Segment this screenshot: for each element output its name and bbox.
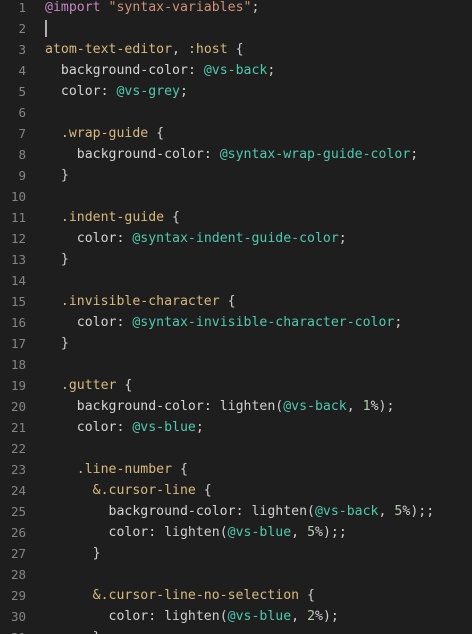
code-text: &.cursor-line-no-selection {	[92, 588, 315, 603]
code-text: .invisible-character {	[60, 294, 236, 309]
text-cursor	[45, 20, 47, 37]
code-line[interactable]: 7 .wrap-guide {	[0, 123, 472, 144]
line-number: 14	[10, 273, 26, 288]
code-text: color: lighten(@vs-blue, 2%);	[108, 609, 339, 624]
line-number: 23	[10, 462, 26, 477]
code-text: .line-number {	[76, 462, 188, 477]
line-number: 8	[18, 147, 26, 162]
line-number: 1	[18, 0, 26, 15]
code-line[interactable]: 16 color: @syntax-invisible-character-co…	[0, 312, 472, 333]
line-number: 27	[10, 546, 26, 561]
line-number: 17	[10, 336, 26, 351]
code-text: color: lighten(@vs-blue, 5%);;	[108, 525, 347, 540]
code-line[interactable]: 10	[0, 186, 472, 207]
code-line[interactable]: 3 atom-text-editor, :host {	[0, 39, 472, 60]
code-text: @import "syntax-variables";	[45, 0, 260, 15]
code-line[interactable]: 24 &.cursor-line {	[0, 480, 472, 501]
code-line[interactable]: 13 }	[0, 249, 472, 270]
code-line[interactable]: 27 }	[0, 543, 472, 564]
line-number: 19	[10, 378, 26, 393]
line-number: 21	[10, 420, 26, 435]
line-number: 2	[18, 21, 26, 36]
code-text: &.cursor-line {	[92, 483, 212, 498]
code-text: background-color: lighten(@vs-back, 1%);	[76, 399, 395, 414]
code-line[interactable]: 31 }	[0, 627, 472, 634]
code-line[interactable]: 5 color: @vs-grey;	[0, 81, 472, 102]
code-line[interactable]: 14	[0, 270, 472, 291]
line-number: 3	[18, 42, 26, 57]
code-line[interactable]: 9 }	[0, 165, 472, 186]
line-number: 4	[18, 63, 26, 78]
code-line[interactable]: 29 &.cursor-line-no-selection {	[0, 585, 472, 606]
code-editor[interactable]: 1 @import "syntax-variables"; 2 3 atom-text-…	[0, 0, 472, 634]
line-number: 13	[10, 252, 26, 267]
line-number: 26	[10, 525, 26, 540]
line-number: 10	[10, 189, 26, 204]
line-number: 29	[10, 588, 26, 603]
code-text: }	[45, 546, 101, 561]
line-number: 15	[10, 294, 26, 309]
code-text: }	[45, 252, 69, 267]
code-line[interactable]: 26 color: lighten(@vs-blue, 5%);;	[0, 522, 472, 543]
line-number: 30	[10, 609, 26, 624]
code-text: background-color: @vs-back;	[60, 63, 276, 78]
line-number: 12	[10, 231, 26, 246]
code-line[interactable]: 17 }	[0, 333, 472, 354]
code-line[interactable]: 2	[0, 18, 472, 39]
code-line[interactable]: 19 .gutter {	[0, 375, 472, 396]
line-number: 28	[10, 567, 26, 582]
code-line[interactable]: 30 color: lighten(@vs-blue, 2%);	[0, 606, 472, 627]
code-line[interactable]: 11 .indent-guide {	[0, 207, 472, 228]
code-text: atom-text-editor, :host {	[45, 42, 244, 57]
code-text: color: @vs-blue;	[76, 420, 204, 435]
code-text: .gutter {	[60, 378, 133, 393]
code-line[interactable]: 23 .line-number {	[0, 459, 472, 480]
code-line[interactable]: 25 background-color: lighten(@vs-back, 5…	[0, 501, 472, 522]
code-line[interactable]: 22	[0, 438, 472, 459]
line-number: 5	[18, 84, 26, 99]
code-line[interactable]: 20 background-color: lighten(@vs-back, 1…	[0, 396, 472, 417]
code-line[interactable]: 15 .invisible-character {	[0, 291, 472, 312]
code-text: }	[45, 336, 69, 351]
line-number: 18	[10, 357, 26, 372]
code-line[interactable]: 18	[0, 354, 472, 375]
code-text: color: @syntax-indent-guide-color;	[76, 231, 347, 246]
code-line[interactable]: 4 background-color: @vs-back;	[0, 60, 472, 81]
code-line[interactable]: 6	[0, 102, 472, 123]
code-text: .wrap-guide {	[60, 126, 165, 141]
code-line[interactable]: 8 background-color: @syntax-wrap-guide-c…	[0, 144, 472, 165]
line-number: 7	[18, 126, 26, 141]
line-number: 16	[10, 315, 26, 330]
line-number: 25	[10, 504, 26, 519]
code-line[interactable]: 28	[0, 564, 472, 585]
code-line[interactable]: 12 color: @syntax-indent-guide-color;	[0, 228, 472, 249]
code-text: background-color: @syntax-wrap-guide-col…	[76, 147, 419, 162]
line-number: 22	[10, 441, 26, 456]
line-number: 6	[18, 105, 26, 120]
line-number: 31	[0, 627, 26, 634]
code-line[interactable]: 1 @import "syntax-variables";	[0, 0, 472, 18]
line-number: 11	[10, 210, 26, 225]
line-number: 9	[18, 168, 26, 183]
code-text: }	[45, 627, 101, 634]
line-number: 20	[10, 399, 26, 414]
code-text: color: @vs-grey;	[60, 84, 188, 99]
code-text: background-color: lighten(@vs-back, 5%);…	[108, 504, 435, 519]
code-text: .indent-guide {	[60, 210, 180, 225]
code-line[interactable]: 21 color: @vs-blue;	[0, 417, 472, 438]
line-number: 24	[10, 483, 26, 498]
code-text: }	[45, 168, 69, 183]
code-text: color: @syntax-invisible-character-color…	[76, 315, 403, 330]
